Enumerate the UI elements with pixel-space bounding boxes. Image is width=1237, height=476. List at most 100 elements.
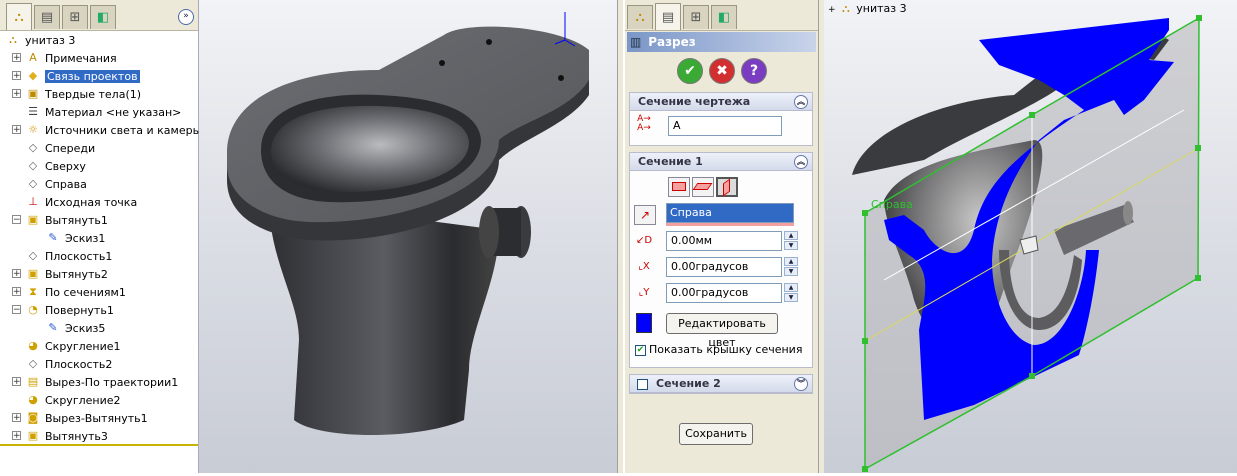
rotate-y-icon: ⌞Y xyxy=(638,287,650,298)
expand-icon[interactable]: + xyxy=(12,71,21,81)
tree-item[interactable]: ▣ Вытянуть3 xyxy=(26,427,108,445)
tree-root-label: унитаз 3 xyxy=(25,33,76,47)
ok-button[interactable]: ✔ xyxy=(677,58,703,84)
tree-item[interactable]: ⧗ По сечениям1 xyxy=(26,283,126,301)
rotate-x-input[interactable]: 0.00градусов xyxy=(666,257,782,277)
annotations-icon: A xyxy=(29,51,37,64)
tree-item[interactable]: ◇ Справа xyxy=(26,175,87,193)
offset-distance-input[interactable]: 0.00мм xyxy=(666,231,782,251)
tree-root-part[interactable]: ⛬ унитаз 3 xyxy=(6,31,75,49)
tree-item[interactable]: ◕ Скругление2 xyxy=(26,391,120,409)
expand-icon[interactable]: + xyxy=(12,413,21,423)
save-button[interactable]: Сохранить xyxy=(679,423,753,445)
tree-item[interactable]: ◔ Повернуть1 xyxy=(26,301,114,319)
rotate-y-spinner[interactable]: ▲ ▼ xyxy=(784,283,798,303)
feature-manager-tab[interactable]: ⛬ xyxy=(6,3,32,30)
section1-group: Сечение 1 ︽ ↗ Справа ↙D 0.00мм ▲ ▼ ⌞X 0.00… xyxy=(629,152,813,368)
tree-item-label: Примечания xyxy=(45,51,117,65)
right-graphics-viewport[interactable]: + ⛬ унитаз 3 Справа xyxy=(824,0,1237,473)
section1-header[interactable]: Сечение 1 ︽ xyxy=(630,153,812,171)
collapse-icon[interactable]: ︽ xyxy=(794,95,808,109)
edit-color-button[interactable]: Редактировать цвет xyxy=(666,313,778,349)
tree-item[interactable]: ◇ Спереди xyxy=(26,139,95,157)
expand-icon[interactable]: + xyxy=(12,89,21,99)
tree-item-label: Вытянуть3 xyxy=(45,429,108,443)
tree-item-label: Вырез-Вытянуть1 xyxy=(45,411,148,425)
left-graphics-viewport[interactable] xyxy=(199,0,617,473)
tree-item[interactable]: ✎ Эскиз1 xyxy=(46,229,105,247)
offset-distance-icon: ↙D xyxy=(635,235,653,246)
fillet-icon: ◕ xyxy=(28,339,38,352)
plane-name-label: Справа xyxy=(871,198,913,211)
section2-checkbox[interactable] xyxy=(637,379,648,390)
offset-spinner[interactable]: ▲ ▼ xyxy=(784,231,798,251)
tree-item[interactable]: ☼ Источники света и камеры xyxy=(26,121,201,139)
feature-manager-tab-2[interactable]: ⛬ xyxy=(627,5,653,29)
tree-item[interactable]: A Примечания xyxy=(26,49,117,67)
tree-item[interactable]: ▣ Вытянуть2 xyxy=(26,265,108,283)
section2-header[interactable]: Сечение 2 ︾ xyxy=(630,375,812,393)
design-binder-icon: ◆ xyxy=(28,69,38,82)
tree-item[interactable]: ⊥ Исходная точка xyxy=(26,193,137,211)
configuration-manager-tab[interactable]: ⊞ xyxy=(62,5,88,29)
tree-item[interactable]: ◙ Вырез-Вытянуть1 xyxy=(26,409,148,427)
section2-title: Сечение 2 xyxy=(656,377,721,390)
manager-tab-bar: ⛬ ▤ ⊞ ◧ » xyxy=(0,0,198,31)
cancel-button[interactable]: ✖ xyxy=(709,58,735,84)
tree-item[interactable]: ◇ Плоскость2 xyxy=(26,355,113,373)
drawing-section-header[interactable]: Сечение чертежа ︽ xyxy=(630,93,812,111)
feature-tree: ⛬ унитаз 3 A Примечания + ◆ Связь проектов + ▣ Тв… xyxy=(0,31,201,471)
property-manager-tab-2[interactable]: ▤ xyxy=(655,3,681,30)
plane-icon: ◇ xyxy=(28,177,38,190)
tree-item-label: Связь проектов xyxy=(45,69,140,83)
front-plane-button[interactable] xyxy=(668,177,690,197)
rotate-x-spinner[interactable]: ▲ ▼ xyxy=(784,257,798,277)
section-view-property-manager: ⛬ ▤ ⊞ ◧ ▥ Разрез ✔ ✖ ? Сечение чертежа ︽ … xyxy=(625,0,818,473)
tree-item[interactable]: ◕ Скругление1 xyxy=(26,337,120,355)
display-manager-tab-2[interactable]: ◧ xyxy=(711,5,737,29)
rotate-y-input[interactable]: 0.00градусов xyxy=(666,283,782,303)
tree-item[interactable]: ✎ Эскиз5 xyxy=(46,319,105,337)
tree-item[interactable]: ◇ Плоскость1 xyxy=(26,247,113,265)
configuration-icon: ⊞ xyxy=(69,10,81,25)
drawing-section-title: Сечение чертежа xyxy=(638,95,751,108)
show-cap-checkbox[interactable]: ✔ xyxy=(635,345,646,356)
display-icon: ◧ xyxy=(717,10,731,25)
close-icon: ✖ xyxy=(716,63,728,79)
tree-item[interactable]: ▣ Твердые тела(1) xyxy=(26,85,141,103)
expand-icon[interactable]: + xyxy=(12,377,21,387)
expand-icon[interactable]: + xyxy=(12,431,21,441)
collapse-icon[interactable]: − xyxy=(12,215,21,225)
expand-icon[interactable]: + xyxy=(12,53,21,63)
fillet-icon: ◕ xyxy=(28,393,38,406)
tree-item[interactable]: ◆ Связь проектов xyxy=(26,67,140,85)
collapse-icon[interactable]: ︽ xyxy=(794,155,808,169)
help-button[interactable]: ? xyxy=(741,58,767,84)
expand-icon[interactable]: + xyxy=(12,125,21,135)
collapse-icon[interactable]: − xyxy=(12,305,21,315)
configuration-manager-tab-2[interactable]: ⊞ xyxy=(683,5,709,29)
property-manager-tab[interactable]: ▤ xyxy=(34,5,60,29)
expand-panel-button[interactable]: » xyxy=(178,9,194,25)
reference-plane-list[interactable]: Справа xyxy=(666,203,794,223)
tree-item-label: Твердые тела(1) xyxy=(45,87,142,101)
lights-cameras-icon: ☼ xyxy=(28,123,38,136)
tree-item-label: Эскиз5 xyxy=(65,321,106,335)
display-manager-tab[interactable]: ◧ xyxy=(90,5,116,29)
top-plane-button[interactable] xyxy=(692,177,714,197)
right-plane-button[interactable] xyxy=(716,177,738,197)
expand-icon[interactable]: ︾ xyxy=(794,377,808,391)
section-name-input[interactable]: A xyxy=(668,116,782,136)
expand-icon[interactable]: + xyxy=(12,287,21,297)
feature-manager-panel: ⛬ ▤ ⊞ ◧ » ⛬ унитаз 3 A Примечания + ◆ Связь пр… xyxy=(0,0,201,473)
sketch-icon: ✎ xyxy=(48,321,58,334)
expand-icon[interactable]: + xyxy=(12,269,21,279)
tree-item-label: Плоскость1 xyxy=(45,249,113,263)
part-icon: ⛬ xyxy=(9,33,17,46)
reverse-direction-button[interactable]: ↗ xyxy=(634,205,656,225)
tree-item[interactable]: ▤ Вырез-По траектории1 xyxy=(26,373,178,391)
tree-item[interactable]: ☰ Материал <не указан> xyxy=(26,103,181,121)
tree-item[interactable]: ◇ Сверху xyxy=(26,157,86,175)
rollback-bar[interactable] xyxy=(0,444,198,446)
tree-item[interactable]: ▣ Вытянуть1 xyxy=(26,211,108,229)
